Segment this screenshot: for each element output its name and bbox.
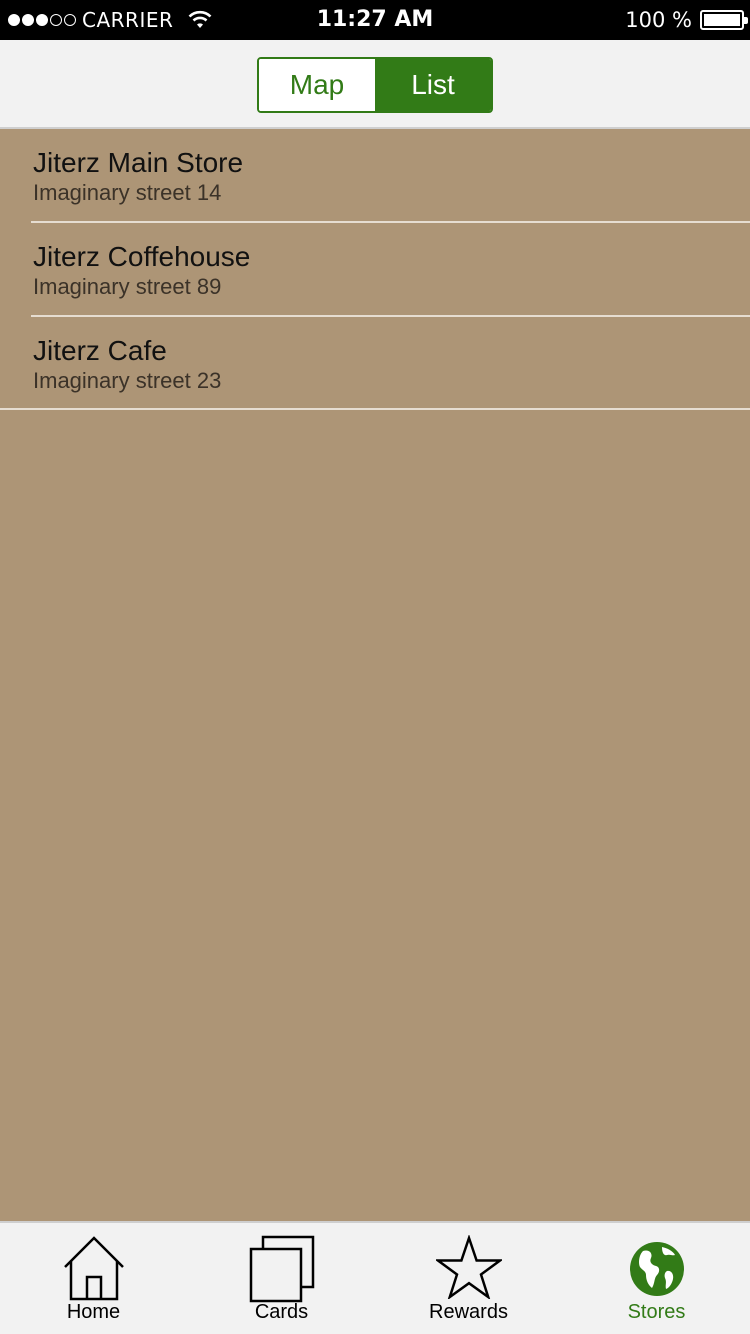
map-segment-button[interactable]: Map <box>259 59 375 111</box>
tab-home-label: Home <box>66 1301 121 1323</box>
tab-home[interactable]: Home <box>0 1223 187 1334</box>
store-address: Imaginary street 89 <box>33 274 222 299</box>
battery-icon <box>700 10 748 30</box>
tab-stores[interactable]: Stores <box>563 1223 750 1334</box>
store-name: Jiterz Main Store <box>33 147 244 178</box>
status-left: CARRIER <box>8 0 213 40</box>
map-list-segmented-control: Map List <box>257 57 493 113</box>
cards-icon <box>249 1235 314 1303</box>
store-list-item[interactable]: Jiterz Main Store Imaginary street 14 <box>0 129 750 223</box>
tab-cards[interactable]: Cards <box>188 1223 375 1334</box>
list-segment-button[interactable]: List <box>375 59 491 111</box>
status-bar: CARRIER 11:27 AM 100 % <box>0 0 750 40</box>
tab-rewards-label: Rewards <box>429 1301 508 1323</box>
home-icon <box>63 1236 124 1301</box>
tab-cards-label: Cards <box>254 1301 309 1323</box>
store-list: Jiterz Main Store Imaginary street 14 Ji… <box>0 129 750 410</box>
top-navigation-bar: Map List <box>0 40 750 129</box>
store-address: Imaginary street 14 <box>33 180 222 205</box>
carrier-name: CARRIER <box>82 8 174 32</box>
store-list-item[interactable]: Jiterz Cafe Imaginary street 23 <box>0 317 750 410</box>
store-address: Imaginary street 23 <box>33 368 222 393</box>
store-list-item[interactable]: Jiterz Coffehouse Imaginary street 89 <box>0 223 750 317</box>
signal-strength-icon <box>8 14 76 26</box>
tab-rewards[interactable]: Rewards <box>375 1223 562 1334</box>
wifi-icon <box>188 10 212 28</box>
star-icon <box>435 1235 502 1299</box>
store-name: Jiterz Coffehouse <box>33 241 251 272</box>
tab-stores-label: Stores <box>627 1301 686 1323</box>
store-name: Jiterz Cafe <box>33 335 167 366</box>
bottom-tab-bar: Home Cards Rewards Stores <box>0 1221 750 1334</box>
battery-percentage: 100 % <box>625 8 692 32</box>
globe-icon <box>629 1242 684 1296</box>
status-right: 100 % <box>625 0 748 40</box>
